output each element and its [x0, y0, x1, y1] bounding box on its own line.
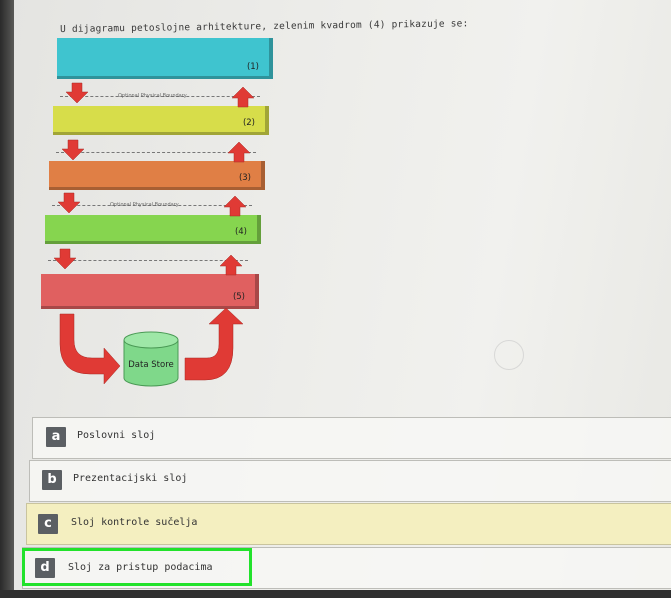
down-arrow-icon	[61, 139, 85, 161]
curved-arrow-to-store-icon	[59, 313, 121, 385]
option-c-text: Sloj kontrole sučelja	[71, 517, 198, 528]
option-a-letter: a	[46, 427, 66, 447]
monitor-bezel	[0, 0, 14, 598]
down-arrow-icon	[57, 192, 81, 214]
option-a-text: Poslovni sloj	[77, 430, 156, 441]
down-arrow-icon	[53, 248, 77, 270]
up-arrow-icon	[231, 86, 255, 108]
architecture-diagram: (1) (2) (3) (4) (5) Optional Physical Bo…	[30, 30, 290, 400]
database-icon	[123, 331, 179, 387]
loading-spinner-icon	[494, 340, 524, 370]
answer-highlight-box	[22, 548, 252, 586]
option-a[interactable]: a Poslovni sloj	[32, 417, 671, 459]
up-arrow-icon	[219, 254, 243, 276]
option-c-letter: c	[38, 514, 58, 534]
option-c[interactable]: c Sloj kontrole sučelja	[26, 503, 671, 545]
arrows-overlay	[53, 82, 255, 387]
data-store-label: Data Store	[128, 360, 174, 370]
option-b-letter: b	[42, 470, 62, 490]
down-arrow-icon	[65, 82, 89, 104]
option-b[interactable]: b Prezentacijski sloj	[29, 460, 671, 502]
up-arrow-icon	[227, 141, 251, 163]
up-arrow-icon	[223, 195, 247, 217]
monitor-bezel-bottom	[0, 590, 671, 598]
option-b-text: Prezentacijski sloj	[73, 473, 188, 484]
quiz-screen: U dijagramu petoslojne arhitekture, zele…	[0, 0, 671, 598]
curved-arrow-from-store-icon	[184, 307, 244, 381]
